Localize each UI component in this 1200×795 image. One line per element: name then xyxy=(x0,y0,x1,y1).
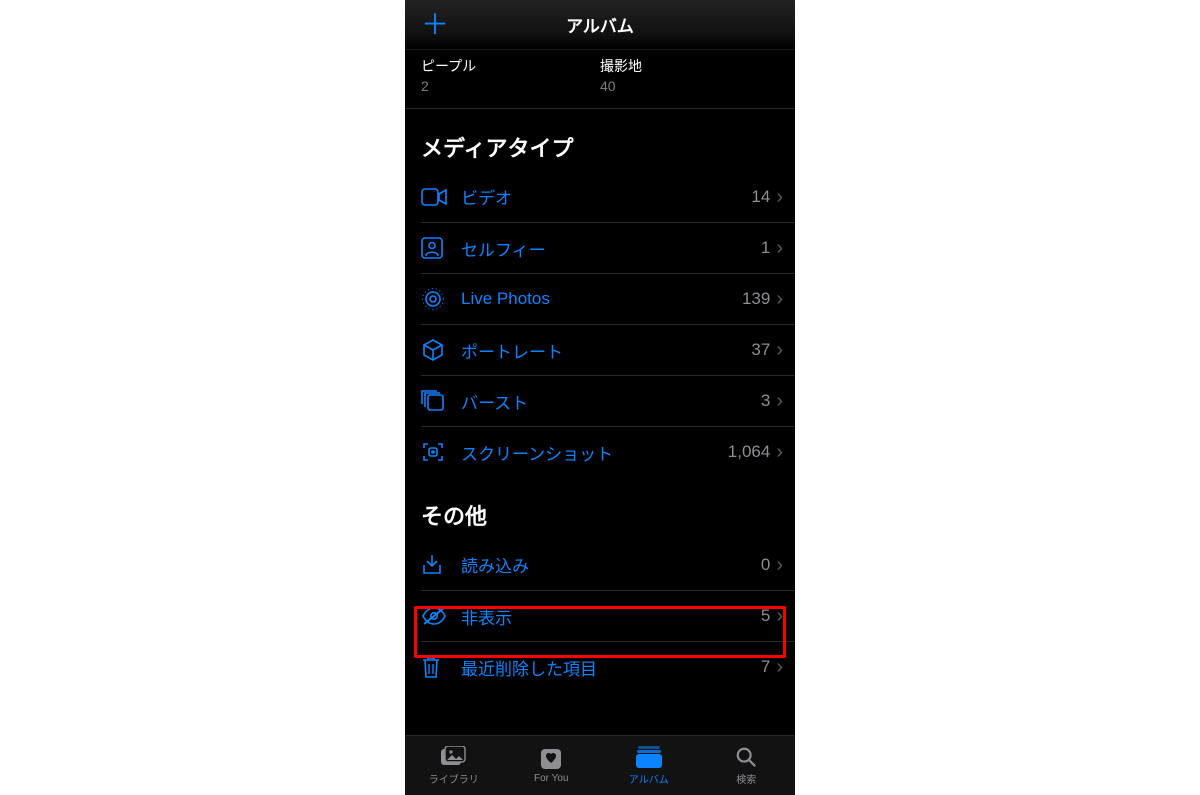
trash-icon xyxy=(421,655,461,679)
tab-label: アルバム xyxy=(629,771,669,786)
chevron-right-icon: › xyxy=(776,555,783,575)
album-people[interactable]: ピープル 2 xyxy=(421,56,600,94)
other-list: 読み込み 0 › 非表示 5 › 最近削除した項目 7 › xyxy=(405,539,795,692)
chevron-right-icon: › xyxy=(776,289,783,309)
album-count: 40 xyxy=(600,78,779,94)
eye-slash-icon xyxy=(421,606,461,626)
cube-icon xyxy=(421,338,461,362)
chevron-right-icon: › xyxy=(776,238,783,258)
section-header-other: その他 xyxy=(405,477,795,539)
row-imports[interactable]: 読み込み 0 › xyxy=(421,539,795,590)
live-photos-icon xyxy=(421,287,461,311)
row-label: 読み込み xyxy=(461,552,761,577)
add-button[interactable]: ＋ xyxy=(421,11,449,39)
chevron-right-icon: › xyxy=(776,606,783,626)
tab-search[interactable]: 検索 xyxy=(698,736,796,795)
row-recently-deleted[interactable]: 最近削除した項目 7 › xyxy=(421,641,795,692)
row-portrait[interactable]: ポートレート 37 › xyxy=(421,324,795,375)
row-count: 3 xyxy=(761,391,770,411)
tab-label: ライブラリ xyxy=(429,771,479,786)
row-label: バースト xyxy=(461,389,761,414)
tab-for-you[interactable]: For You xyxy=(503,736,601,795)
chevron-right-icon: › xyxy=(776,442,783,462)
selfie-icon xyxy=(421,237,461,259)
row-screenshots[interactable]: スクリーンショット 1,064 › xyxy=(421,426,795,477)
row-count: 5 xyxy=(761,606,770,626)
album-name: ピープル xyxy=(421,56,600,76)
row-count: 0 xyxy=(761,555,770,575)
burst-icon xyxy=(421,390,461,412)
tab-label: 検索 xyxy=(736,771,756,786)
tab-label: For You xyxy=(534,773,568,784)
tab-bar: ライブラリ For You アルバム 検索 xyxy=(405,735,795,795)
row-label: 最近削除した項目 xyxy=(461,655,761,680)
album-count: 2 xyxy=(421,78,600,94)
row-count: 139 xyxy=(742,289,770,309)
row-videos[interactable]: ビデオ 14 › xyxy=(421,171,795,222)
section-header-media: メディアタイプ xyxy=(405,108,795,171)
tab-library[interactable]: ライブラリ xyxy=(405,736,503,795)
tab-albums[interactable]: アルバム xyxy=(600,736,698,795)
row-label: スクリーンショット xyxy=(461,440,728,465)
media-type-list: ビデオ 14 › セルフィー 1 › Live Photos 139 › ポート… xyxy=(405,171,795,477)
row-selfies[interactable]: セルフィー 1 › xyxy=(421,222,795,273)
row-label: ポートレート xyxy=(461,338,751,363)
chevron-right-icon: › xyxy=(776,657,783,677)
album-name: 撮影地 xyxy=(600,56,779,76)
album-places[interactable]: 撮影地 40 xyxy=(600,56,779,94)
top-album-row: ピープル 2 撮影地 40 xyxy=(405,50,795,108)
row-count: 37 xyxy=(751,340,770,360)
import-icon xyxy=(421,553,461,577)
phone-frame: ＋ アルバム ピープル 2 撮影地 40 メディアタイプ ビデオ 14 › セル… xyxy=(405,0,795,795)
row-count: 14 xyxy=(751,187,770,207)
navbar-title: アルバム xyxy=(566,12,634,37)
chevron-right-icon: › xyxy=(776,187,783,207)
row-label: セルフィー xyxy=(461,236,761,261)
row-live-photos[interactable]: Live Photos 139 › xyxy=(421,273,795,324)
video-icon xyxy=(421,188,461,206)
row-burst[interactable]: バースト 3 › xyxy=(421,375,795,426)
chevron-right-icon: › xyxy=(776,340,783,360)
row-count: 1 xyxy=(761,238,770,258)
navbar: ＋ アルバム xyxy=(405,0,795,50)
row-label: Live Photos xyxy=(461,289,742,309)
chevron-right-icon: › xyxy=(776,391,783,411)
row-hidden[interactable]: 非表示 5 › xyxy=(421,590,795,641)
row-count: 1,064 xyxy=(728,442,771,462)
screenshot-icon xyxy=(421,440,461,464)
row-label: 非表示 xyxy=(461,604,761,629)
row-count: 7 xyxy=(761,657,770,677)
row-label: ビデオ xyxy=(461,184,751,209)
